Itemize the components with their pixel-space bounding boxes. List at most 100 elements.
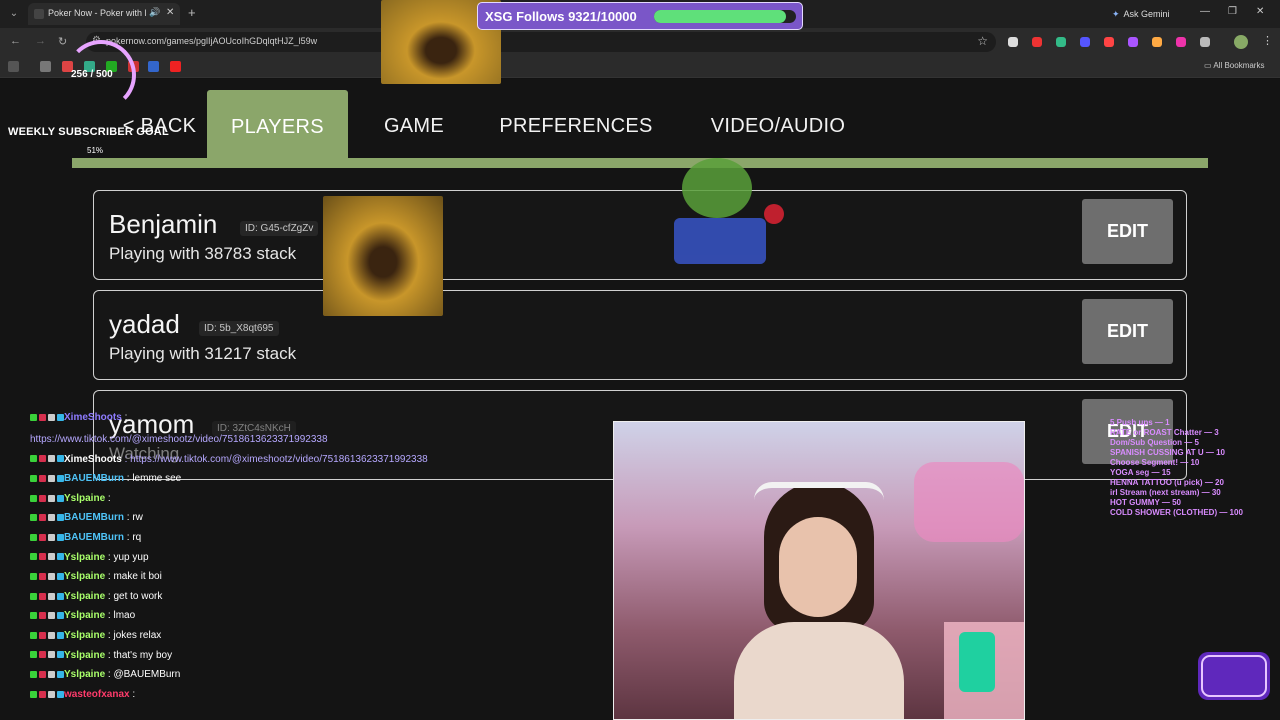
tab-game[interactable]: GAME [366, 89, 462, 159]
close-window-icon[interactable]: ✕ [1256, 6, 1264, 17]
chat-username[interactable]: Yslpaine [64, 591, 105, 602]
bookmark-folder-icon[interactable] [40, 61, 51, 72]
chat-message-text: : that's my boy [107, 649, 173, 661]
player-row: Benjamin ID: G45-cfZgZv Playing with 387… [93, 190, 1187, 280]
chat-message-text: : yup yup [107, 551, 149, 563]
redeem-item: COLD SHOWER (CLOTHED) — 100 [1110, 508, 1243, 517]
chat-message-text: : [107, 492, 111, 504]
chat-message-text: : jokes relax [107, 630, 162, 641]
chat-username[interactable]: Yslpaine [64, 552, 105, 563]
tab-preferences[interactable]: PREFERENCES [492, 89, 660, 159]
profile-avatar[interactable] [1234, 35, 1248, 49]
youtube-bookmark-icon[interactable] [170, 61, 181, 72]
follow-progress-fill [654, 10, 787, 23]
back-tab[interactable]: < BACK [112, 89, 207, 159]
chat-username[interactable]: XimeShoots [64, 412, 122, 423]
chat-badge-icon [48, 514, 55, 522]
chat-username[interactable]: BAUEMBurn [64, 473, 124, 484]
chat-message-text[interactable]: : https://www.tiktok.com/@ximeshootz/vid… [125, 454, 428, 465]
extension-icon[interactable] [1104, 37, 1114, 47]
chat-username[interactable]: Yslpaine [64, 493, 105, 504]
forward-arrow-icon[interactable]: → [35, 35, 46, 47]
chat-username[interactable]: BAUEMBurn [64, 532, 124, 543]
bookmark-icon[interactable] [148, 61, 159, 72]
chat-username[interactable]: Yslpaine [64, 669, 105, 680]
edit-player-button[interactable]: EDIT [1082, 299, 1173, 364]
chat-message: Yslpaine : yup yup [30, 552, 149, 568]
extension-icon[interactable] [1128, 37, 1138, 47]
tab-close-icon[interactable]: ✕ [166, 7, 174, 18]
tab-audio-icon[interactable]: 🔊 [149, 7, 160, 18]
chat-username[interactable]: Yslpaine [64, 630, 105, 641]
chat-message: wasteofxanax : [30, 689, 135, 705]
tab-search-icon[interactable]: ⌄ [6, 6, 22, 22]
back-arrow-icon[interactable]: ← [10, 35, 21, 47]
redeem-item: Dom/Sub Question — 5 [1110, 438, 1199, 447]
chat-username[interactable]: Yslpaine [64, 610, 105, 621]
chat-badge-icon [39, 651, 46, 659]
chat-badges-icon [30, 689, 64, 700]
tab-title: Poker Now - Poker with Fri [48, 8, 146, 18]
extension-icon[interactable] [1152, 37, 1162, 47]
chat-badge-icon [39, 553, 46, 561]
new-tab-icon[interactable]: + [188, 5, 196, 20]
all-bookmarks-button[interactable]: ▭ All Bookmarks [1204, 61, 1264, 70]
chat-badge-icon [39, 631, 46, 639]
player-name: Benjamin [109, 209, 218, 239]
bookmark-star-icon[interactable]: ☆ [977, 34, 988, 48]
minimize-icon[interactable]: — [1200, 6, 1210, 17]
extensions-puzzle-icon[interactable] [1200, 37, 1210, 47]
follow-goal-text: XSG Follows 9321/10000 [485, 9, 637, 24]
redeem-item: RATE or ROAST Chatter — 3 [1110, 428, 1219, 437]
apps-grid-icon[interactable] [8, 61, 19, 72]
chat-badge-icon [30, 553, 37, 561]
channel-redeems-list: 5 Push ups — 1 RATE or ROAST Chatter — 3D… [1110, 418, 1280, 518]
chat-message-text: : make it boi [107, 571, 162, 583]
extension-icon[interactable] [1032, 37, 1042, 47]
subscriber-goal-count: 256 / 500 [71, 69, 113, 80]
extension-icon[interactable] [1056, 37, 1066, 47]
chat-badge-icon [48, 494, 55, 502]
chat-badge-icon [39, 494, 46, 502]
chat-badges-icon [30, 493, 64, 504]
more-menu-icon[interactable]: ⋮ [1262, 34, 1273, 47]
chat-badge-icon [57, 631, 64, 639]
chat-badges-icon [30, 571, 64, 582]
chat-message-text: : rq [126, 532, 142, 543]
chat-message: BAUEMBurn : rq [30, 532, 141, 548]
chat-badge-icon [30, 612, 37, 620]
chat-username[interactable]: Yslpaine [64, 650, 105, 661]
restore-icon[interactable]: ❐ [1228, 6, 1237, 17]
tab-players[interactable]: PLAYERS [207, 90, 348, 160]
extension-icon[interactable] [1008, 37, 1018, 47]
browser-tab-pokernow[interactable]: Poker Now - Poker with Fri 🔊 ✕ [28, 3, 180, 25]
chat-message: Yslpaine : lmao [30, 610, 135, 626]
ask-gemini-label: Ask Gemini [1123, 9, 1170, 19]
chat-badge-icon [48, 413, 55, 421]
chat-badge-icon [30, 690, 37, 698]
chat-username[interactable]: BAUEMBurn [64, 512, 124, 523]
redeem-item: irl Stream (next stream) — 30 [1110, 488, 1221, 497]
player-name: yadad [109, 309, 180, 339]
edit-player-button[interactable]: EDIT [1082, 199, 1173, 264]
chat-badges-icon [30, 552, 64, 563]
extension-icon[interactable] [1176, 37, 1186, 47]
chat-badge-icon [48, 573, 55, 581]
chat-badge-icon [57, 690, 64, 698]
ask-gemini-button[interactable]: ✦ Ask Gemini [1106, 5, 1176, 23]
chat-badge-icon [48, 631, 55, 639]
chat-username[interactable]: Yslpaine [64, 571, 105, 582]
reload-icon[interactable]: ↻ [58, 35, 67, 48]
extension-icon[interactable] [1080, 37, 1090, 47]
chat-badge-icon [57, 413, 64, 421]
chat-badge-icon [30, 651, 37, 659]
chat-username[interactable]: wasteofxanax [64, 689, 130, 700]
chat-badge-icon [30, 631, 37, 639]
tab-video-audio[interactable]: VIDEO/AUDIO [694, 89, 862, 159]
chat-username[interactable]: XimeShoots [64, 454, 122, 465]
gemini-icon: ✦ [1112, 9, 1120, 19]
chat-message-text[interactable]: https://www.tiktok.com/@ximeshootz/video… [30, 434, 328, 445]
webcam-feed [613, 421, 1025, 720]
address-bar[interactable]: ⚙ pokernow.com/games/pglIjAOUcoIhGDqlqtH… [86, 32, 996, 52]
chat-badge-icon [39, 592, 46, 600]
